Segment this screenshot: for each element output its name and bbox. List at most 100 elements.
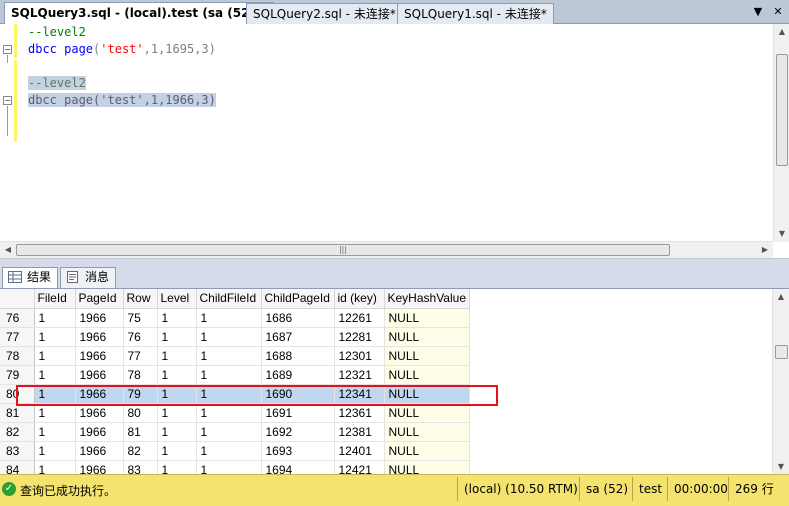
tab-sqlquery1[interactable]: SQLQuery1.sql - 未连接* — [397, 3, 554, 24]
scroll-thumb[interactable] — [776, 54, 788, 166]
grid-cell[interactable]: 1 — [34, 460, 76, 474]
grid-vertical-scrollbar[interactable]: ▲ ▼ — [772, 289, 789, 474]
tab-sqlquery2[interactable]: SQLQuery2.sql - 未连接* — [246, 3, 403, 24]
grid-cell[interactable]: 83 — [123, 460, 158, 474]
column-header[interactable]: PageId — [75, 289, 124, 309]
grid-cell[interactable]: 1692 — [261, 422, 335, 442]
grid-cell[interactable]: 12401 — [334, 441, 385, 461]
row-number-cell[interactable]: 83 — [0, 441, 35, 461]
tab-messages[interactable]: 消息 — [60, 267, 117, 288]
grid-cell[interactable]: 1 — [196, 327, 262, 347]
grid-cell[interactable]: 1 — [157, 346, 197, 366]
grid-cell[interactable]: NULL — [384, 327, 470, 347]
row-number-cell[interactable]: 76 — [0, 308, 35, 328]
grid-cell[interactable]: 78 — [123, 365, 158, 385]
grid-cell[interactable]: 1 — [196, 346, 262, 366]
grid-cell[interactable]: 1966 — [75, 441, 124, 461]
grid-cell[interactable]: 75 — [123, 308, 158, 328]
editor-vertical-scrollbar[interactable]: ▲ ▼ — [773, 24, 789, 242]
grid-cell[interactable]: 12261 — [334, 308, 385, 328]
row-number-cell[interactable]: 84 — [0, 460, 35, 474]
column-header[interactable]: KeyHashValue — [384, 289, 470, 309]
grid-cell[interactable]: 77 — [123, 346, 158, 366]
grid-cell[interactable]: NULL — [384, 365, 470, 385]
grid-cell[interactable]: 1 — [196, 460, 262, 474]
grid-cell[interactable]: NULL — [384, 441, 470, 461]
grid-cell[interactable]: 76 — [123, 327, 158, 347]
grid-cell[interactable]: NULL — [384, 346, 470, 366]
grid-cell[interactable]: 1 — [34, 346, 76, 366]
tab-dropdown-icon[interactable]: ▼ — [750, 4, 766, 20]
grid-cell[interactable]: 1966 — [75, 308, 124, 328]
grid-cell[interactable]: 1966 — [75, 327, 124, 347]
grid-cell[interactable]: 1 — [34, 308, 76, 328]
table-row[interactable]: 84 1 1966 83 1 1 1694 12421 NULL — [0, 460, 470, 474]
grid-cell[interactable]: 1 — [34, 422, 76, 442]
grid-cell[interactable]: 1 — [196, 422, 262, 442]
collapse-icon[interactable]: − — [3, 96, 12, 105]
close-tab-icon[interactable]: ✕ — [770, 4, 786, 20]
grid-cell[interactable]: 1 — [196, 308, 262, 328]
grid-cell[interactable]: 1 — [34, 327, 76, 347]
column-header[interactable]: Row — [123, 289, 158, 309]
grid-cell[interactable]: 1689 — [261, 365, 335, 385]
grid-cell[interactable]: 1 — [34, 365, 76, 385]
row-number-header[interactable] — [0, 289, 35, 309]
row-number-cell[interactable]: 77 — [0, 327, 35, 347]
grid-cell[interactable]: 1 — [157, 308, 197, 328]
table-row[interactable]: 76 1 1966 75 1 1 1686 12261 NULL — [0, 308, 470, 328]
grid-cell[interactable]: 1 — [34, 441, 76, 461]
scroll-right-icon[interactable]: ▶ — [757, 242, 773, 258]
column-header[interactable]: ChildFileId — [196, 289, 262, 309]
grid-cell[interactable]: 12381 — [334, 422, 385, 442]
column-header[interactable]: Level — [157, 289, 197, 309]
column-header[interactable]: ChildPageId — [261, 289, 335, 309]
grid-cell[interactable]: 1 — [157, 460, 197, 474]
grid-cell[interactable]: 1966 — [75, 460, 124, 474]
grid-cell[interactable]: 1688 — [261, 346, 335, 366]
scroll-left-icon[interactable]: ◀ — [0, 242, 16, 258]
grid-cell[interactable]: 1966 — [75, 365, 124, 385]
table-row[interactable]: 78 1 1966 77 1 1 1688 12301 NULL — [0, 346, 470, 366]
grid-cell[interactable]: 82 — [123, 441, 158, 461]
grid-cell[interactable]: 1 — [157, 365, 197, 385]
grid-cell[interactable]: 1966 — [75, 422, 124, 442]
scroll-up-icon[interactable]: ▲ — [774, 24, 789, 40]
grid-cell[interactable]: 1 — [157, 422, 197, 442]
grid-cell[interactable]: 1693 — [261, 441, 335, 461]
tab-results[interactable]: 结果 — [2, 267, 59, 288]
grid-cell[interactable]: 1 — [157, 441, 197, 461]
grid-cell[interactable]: 1 — [196, 441, 262, 461]
tab-sqlquery3[interactable]: SQLQuery3.sql - (local).test (sa (52))* — [4, 2, 274, 25]
table-row[interactable]: 79 1 1966 78 1 1 1689 12321 NULL — [0, 365, 470, 385]
editor-horizontal-scrollbar[interactable]: ◀ ||| ▶ — [0, 241, 773, 258]
results-grid[interactable]: FileId PageId Row Level ChildFileId Chil… — [0, 288, 789, 474]
row-number-cell[interactable]: 78 — [0, 346, 35, 366]
column-header[interactable]: FileId — [34, 289, 76, 309]
scroll-down-icon[interactable]: ▼ — [774, 226, 789, 242]
grid-cell[interactable]: 1694 — [261, 460, 335, 474]
collapse-icon[interactable]: − — [3, 45, 12, 54]
grid-cell[interactable]: 1966 — [75, 346, 124, 366]
table-row[interactable]: 77 1 1966 76 1 1 1687 12281 NULL — [0, 327, 470, 347]
grid-cell[interactable]: 1 — [196, 365, 262, 385]
query-editor[interactable]: − − --level2 dbcc page('test',1,1695,3) … — [0, 24, 789, 259]
table-row[interactable]: 83 1 1966 82 1 1 1693 12401 NULL — [0, 441, 470, 461]
grid-cell[interactable]: NULL — [384, 422, 470, 442]
grid-cell[interactable]: 12281 — [334, 327, 385, 347]
scroll-up-icon[interactable]: ▲ — [773, 289, 789, 305]
grid-cell[interactable]: NULL — [384, 308, 470, 328]
column-header[interactable]: id (key) — [334, 289, 385, 309]
scroll-down-icon[interactable]: ▼ — [773, 459, 789, 474]
grid-cell[interactable]: 1686 — [261, 308, 335, 328]
grid-cell[interactable]: 12421 — [334, 460, 385, 474]
grid-cell[interactable]: 81 — [123, 422, 158, 442]
grid-cell[interactable]: 12321 — [334, 365, 385, 385]
table-row[interactable]: 82 1 1966 81 1 1 1692 12381 NULL — [0, 422, 470, 442]
grid-cell[interactable]: NULL — [384, 460, 470, 474]
grid-cell[interactable]: 12301 — [334, 346, 385, 366]
scroll-thumb[interactable]: ||| — [16, 244, 670, 256]
row-number-cell[interactable]: 82 — [0, 422, 35, 442]
grid-cell[interactable]: 1687 — [261, 327, 335, 347]
scroll-thumb[interactable] — [775, 345, 788, 359]
